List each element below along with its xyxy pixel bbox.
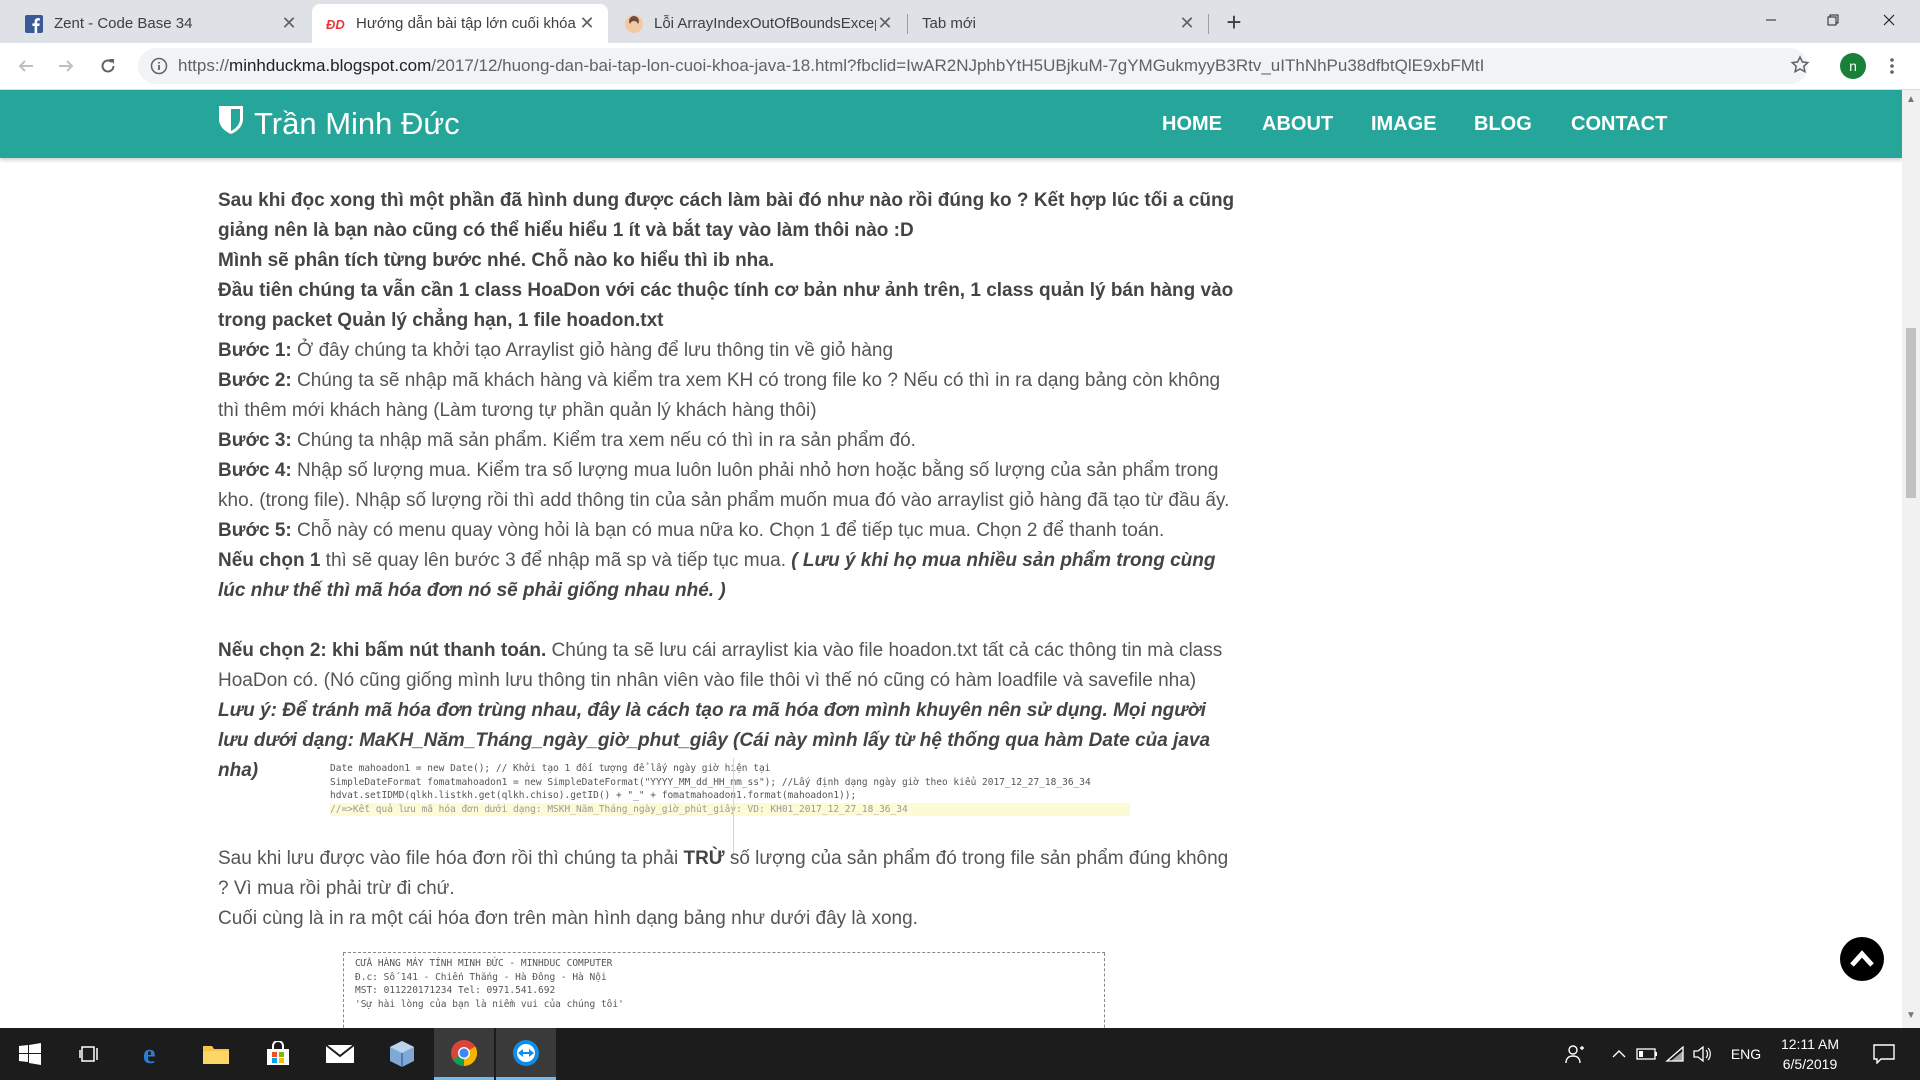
tab-blog-post[interactable]: ĐD Hướng dẫn bài tập lớn cuối khóa ✕ — [312, 4, 608, 43]
close-icon[interactable]: ✕ — [280, 13, 298, 34]
paragraph: Sau khi lưu được vào file hóa đơn rồi th… — [218, 848, 1229, 899]
clock-time: 12:11 AM — [1780, 1036, 1840, 1052]
close-icon[interactable]: ✕ — [876, 13, 894, 34]
receipt-screenshot: CỬA HÀNG MÁY TÍNH MINH ĐỨC - MINHDUC COM… — [343, 952, 1105, 1028]
bookmark-star-icon[interactable] — [1790, 55, 1810, 80]
code-line: Date mahoadon1 = new Date(); // Khởi tạo… — [330, 763, 771, 774]
wifi-icon[interactable] — [1662, 1028, 1688, 1080]
receipt-line: CỬA HÀNG MÁY TÍNH MINH ĐỨC - MINHDUC COM… — [355, 958, 613, 969]
page-viewport: Trần Minh Đức HOME ABOUT IMAGE BLOG CONT… — [0, 90, 1902, 1028]
receipt-line: Đ.c: Số 141 - Chiến Thắng - Hà Đông - Hà… — [355, 971, 607, 983]
reload-button[interactable] — [92, 50, 124, 82]
article-body: Sau khi đọc xong thì một phần đã hình du… — [218, 186, 1238, 786]
tab-title: Hướng dẫn bài tập lớn cuối khóa — [356, 15, 576, 32]
forward-button[interactable] — [50, 50, 82, 82]
scroll-up-icon[interactable]: ▲ — [1906, 94, 1916, 105]
facebook-icon — [24, 14, 44, 34]
tab-separator — [1208, 14, 1209, 34]
mail-icon[interactable] — [310, 1028, 370, 1080]
receipt-line: MST: 011220171234 Tel: 0971.541.692 — [355, 985, 556, 996]
svg-text:ĐD: ĐD — [326, 17, 345, 31]
blog-favicon: ĐD — [326, 14, 346, 34]
volume-icon[interactable] — [1690, 1028, 1716, 1080]
teamviewer-icon[interactable] — [496, 1028, 556, 1080]
editor-margin-line — [733, 758, 734, 858]
scroll-down-icon[interactable]: ▼ — [1906, 1010, 1916, 1021]
browser-toolbar: https://minhduckma.blogspot.com/2017/12/… — [0, 43, 1920, 90]
step-2: Bước 2: Chúng ta sẽ nhập mã khách hàng v… — [218, 370, 1221, 421]
nav-about[interactable]: ABOUT — [1262, 90, 1333, 158]
chrome-icon[interactable] — [434, 1028, 494, 1080]
choice-1: Nếu chọn 1 thì sẽ quay lên bước 3 để nhậ… — [218, 550, 1216, 601]
windows-taskbar: e ENG 12:11 AM 6/5/2019 — [0, 1028, 1920, 1080]
shield-icon — [218, 105, 244, 143]
code-line: hdvat.setIDMD(qlkh.listkh.get(qlkh.chiso… — [330, 790, 857, 801]
site-brand[interactable]: Trần Minh Đức — [218, 102, 460, 146]
people-icon[interactable] — [1560, 1028, 1590, 1080]
nav-image[interactable]: IMAGE — [1371, 90, 1437, 158]
chevron-up-icon[interactable] — [1606, 1028, 1632, 1080]
code-line: //=>Kết quả lưu mã hóa đơn dưới dạng: MS… — [330, 802, 1130, 816]
task-view-icon[interactable] — [60, 1028, 120, 1080]
url-text: https://minhduckma.blogspot.com/2017/12/… — [178, 56, 1485, 75]
battery-icon[interactable] — [1634, 1028, 1660, 1080]
notification-icon[interactable] — [1864, 1028, 1904, 1080]
code-line: SimpleDateFormat fomatmahoadon1 = new Si… — [330, 776, 1091, 788]
address-bar[interactable]: https://minhduckma.blogspot.com/2017/12/… — [138, 48, 1810, 84]
scrollbar[interactable]: ▲ ▼ — [1902, 90, 1920, 1028]
paragraph: Đầu tiên chúng ta vẫn cần 1 class HoaDon… — [218, 280, 1234, 331]
clock[interactable]: 12:11 AM 6/5/2019 — [1770, 1034, 1850, 1074]
tab-title: Tab mới — [922, 15, 977, 32]
article-body-continued: Sau khi lưu được vào file hóa đơn rồi th… — [218, 844, 1238, 934]
tab-title: Lỗi ArrayIndexOutOfBoundsException — [654, 15, 876, 32]
receipt-line: 'Sự hài lòng của bạn là niềm vui của chú… — [355, 998, 624, 1010]
paragraph: Sau khi đọc xong thì một phần đã hình du… — [218, 190, 1235, 241]
nav-blog[interactable]: BLOG — [1474, 90, 1532, 158]
clock-date: 6/5/2019 — [1782, 1056, 1838, 1072]
code-screenshot: Date mahoadon1 = new Date(); // Khởi tạo… — [330, 762, 1130, 818]
scrollbar-thumb[interactable] — [1906, 328, 1916, 498]
tab-facebook[interactable]: Zent - Code Base 34 ✕ — [10, 4, 310, 43]
step-5: Bước 5: Chỗ này có menu quay vòng hỏi là… — [218, 520, 1165, 541]
menu-kebab-icon[interactable] — [1876, 50, 1908, 82]
chevron-up-icon — [1850, 950, 1874, 967]
step-1: Bước 1: Ở đây chúng ta khởi tạo Arraylis… — [218, 340, 894, 361]
step-3: Bước 3: Chúng ta nhập mã sản phẩm. Kiểm … — [218, 430, 916, 451]
info-icon[interactable] — [150, 57, 168, 80]
back-button[interactable] — [10, 50, 42, 82]
paragraph: Cuối cùng là in ra một cái hóa đơn trên … — [218, 908, 918, 929]
start-button[interactable] — [0, 1028, 60, 1080]
paragraph: Mình sẽ phân tích từng bước nhé. Chỗ nào… — [218, 250, 775, 271]
close-icon[interactable]: ✕ — [578, 13, 596, 34]
profile-avatar[interactable]: n — [1840, 53, 1866, 79]
tab-strip: Zent - Code Base 34 ✕ ĐD Hướng dẫn bài t… — [0, 0, 1920, 43]
site-title: Trần Minh Đức — [254, 106, 460, 141]
minimize-button[interactable] — [1740, 0, 1802, 40]
nav-contact[interactable]: CONTACT — [1571, 90, 1667, 158]
tab-new[interactable]: Tab mới ✕ — [908, 4, 1208, 43]
tab-array-error[interactable]: Lỗi ArrayIndexOutOfBoundsException ✕ — [610, 4, 906, 43]
step-4: Bước 4: Nhập số lượng mua. Kiểm tra số l… — [218, 460, 1230, 511]
nav-home[interactable]: HOME — [1162, 90, 1222, 158]
restore-button[interactable] — [1802, 0, 1864, 40]
tab-title: Zent - Code Base 34 — [54, 15, 193, 32]
avatar-favicon — [624, 14, 644, 34]
site-header: Trần Minh Đức HOME ABOUT IMAGE BLOG CONT… — [0, 90, 1902, 158]
close-window-button[interactable] — [1858, 0, 1920, 40]
scroll-to-top-button[interactable] — [1840, 937, 1884, 981]
store-icon[interactable] — [248, 1028, 308, 1080]
close-icon[interactable]: ✕ — [1178, 13, 1196, 34]
edge-icon[interactable]: e — [124, 1028, 184, 1080]
new-tab-button[interactable]: + — [1220, 8, 1248, 36]
virtualbox-icon[interactable] — [372, 1028, 432, 1080]
svg-text:e: e — [143, 1041, 155, 1067]
choice-2: Nếu chọn 2: khi bấm nút thanh toán. Chún… — [218, 640, 1223, 691]
file-explorer-icon[interactable] — [186, 1028, 246, 1080]
language-indicator[interactable]: ENG — [1724, 1028, 1768, 1080]
